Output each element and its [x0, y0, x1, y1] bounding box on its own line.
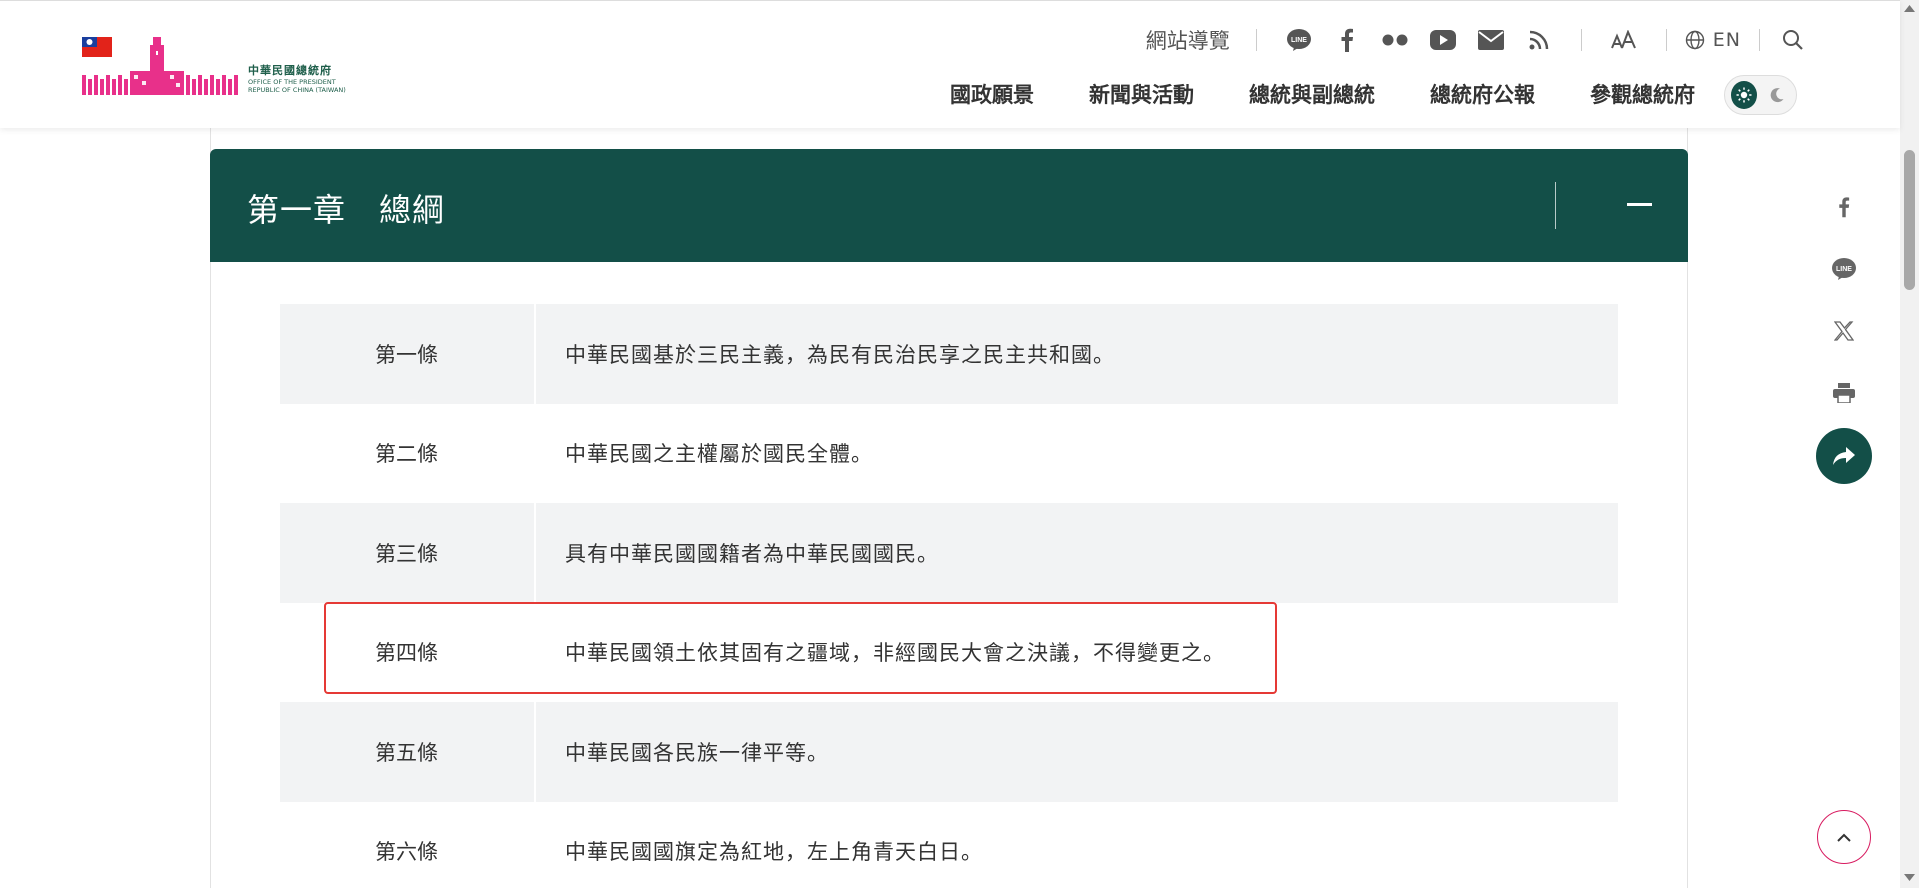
share-bar: LINE	[1816, 176, 1872, 484]
language-label: EN	[1712, 29, 1741, 51]
scroll-up-icon[interactable]	[1904, 4, 1915, 12]
search-icon[interactable]	[1778, 25, 1808, 55]
nav-item-gazette[interactable]: 總統府公報	[1430, 79, 1535, 109]
table-row: 第五條 中華民國各民族一律平等。	[280, 702, 1618, 802]
table-row: 第二條 中華民國之主權屬於國民全體。	[280, 403, 1618, 503]
scroll-down-icon[interactable]	[1904, 874, 1915, 882]
divider	[1665, 29, 1667, 51]
sun-icon[interactable]	[1731, 81, 1757, 109]
divider	[1759, 29, 1760, 51]
site-header: 中華民國總統府 OFFICE OF THE PRESIDENT REPUBLIC…	[0, 0, 1900, 128]
nav-item-visit[interactable]: 參觀總統府	[1590, 79, 1695, 109]
articles-table: 第一條 中華民國基於三民主義，為民有民治民享之民主共和國。 第二條 中華民國之主…	[280, 304, 1618, 888]
divider	[1555, 182, 1556, 229]
chapter-header[interactable]: 第一章 總綱	[210, 149, 1688, 262]
font-size-icon[interactable]	[1600, 25, 1648, 55]
article-text: 中華民國國旗定為紅地，左上角青天白日。	[565, 840, 983, 865]
article-number: 第六條	[280, 801, 536, 888]
table-row: 第六條 中華民國國旗定為紅地，左上角青天白日。	[280, 801, 1618, 888]
sitemap-link[interactable]: 網站導覽	[1146, 25, 1256, 55]
facebook-icon[interactable]	[1323, 25, 1371, 55]
svg-text:LINE: LINE	[1291, 37, 1307, 44]
theme-toggle[interactable]	[1724, 75, 1797, 115]
divider	[1255, 29, 1257, 51]
article-text: 中華民國領土依其固有之疆域，非經國民大會之決議，不得變更之。	[565, 641, 1225, 666]
logo-title-en-2: REPUBLIC OF CHINA (TAIWAN)	[248, 85, 346, 94]
line-icon[interactable]: LINE	[1275, 25, 1323, 55]
back-to-top-button[interactable]	[1817, 810, 1871, 864]
mail-icon[interactable]	[1467, 25, 1515, 55]
globe-icon	[1685, 30, 1704, 50]
share-icon[interactable]	[1816, 428, 1872, 484]
print-icon[interactable]	[1816, 362, 1872, 424]
facebook-icon[interactable]	[1816, 176, 1872, 238]
table-row: 第一條 中華民國基於三民主義，為民有民治民享之民主共和國。	[280, 304, 1618, 404]
youtube-icon[interactable]	[1419, 25, 1467, 55]
chapter-title: 第一章 總綱	[247, 191, 446, 229]
svg-text:LINE: LINE	[1836, 266, 1852, 273]
article-number: 第二條	[280, 403, 536, 503]
x-icon[interactable]	[1816, 300, 1872, 362]
site-logo[interactable]: 中華民國總統府 OFFICE OF THE PRESIDENT REPUBLIC…	[80, 35, 370, 103]
table-row: 第四條 中華民國領土依其固有之疆域，非經國民大會之決議，不得變更之。	[280, 602, 1618, 702]
main-nav: 國政願景 新聞與活動 總統與副總統 總統府公報 參觀總統府	[950, 79, 1695, 109]
article-text: 中華民國基於三民主義，為民有民治民享之民主共和國。	[565, 342, 1115, 367]
article-number: 第三條	[280, 503, 536, 603]
language-switch[interactable]: EN	[1685, 29, 1741, 51]
article-text: 中華民國各民族一律平等。	[565, 740, 829, 765]
chevron-up-icon	[1837, 833, 1851, 842]
utility-bar: 網站導覽 LINE EN	[1146, 25, 1808, 55]
article-number: 第五條	[280, 702, 536, 802]
nav-item-policy[interactable]: 國政願景	[950, 79, 1034, 109]
divider	[1580, 29, 1582, 51]
scrollbar[interactable]	[1900, 0, 1919, 888]
logo-title-zh: 中華民國總統府	[248, 64, 332, 77]
logo-title-en-1: OFFICE OF THE PRESIDENT	[248, 78, 336, 86]
article-text: 具有中華民國國籍者為中華民國國民。	[565, 541, 939, 566]
table-row: 第三條 具有中華民國國籍者為中華民國國民。	[280, 503, 1618, 603]
scroll-thumb[interactable]	[1904, 150, 1915, 290]
presidential-office-logo-icon	[82, 37, 238, 95]
rss-icon[interactable]	[1515, 25, 1563, 55]
flickr-icon[interactable]	[1371, 25, 1419, 55]
line-icon[interactable]: LINE	[1816, 238, 1872, 300]
nav-item-president[interactable]: 總統與副總統	[1249, 79, 1375, 109]
nav-item-news[interactable]: 新聞與活動	[1089, 79, 1194, 109]
collapse-icon[interactable]	[1627, 203, 1652, 206]
article-number: 第一條	[280, 304, 536, 404]
logo-text: 中華民國總統府 OFFICE OF THE PRESIDENT REPUBLIC…	[248, 65, 346, 93]
article-text: 中華民國之主權屬於國民全體。	[565, 442, 873, 467]
moon-icon[interactable]	[1765, 81, 1791, 109]
article-number: 第四條	[280, 602, 536, 702]
